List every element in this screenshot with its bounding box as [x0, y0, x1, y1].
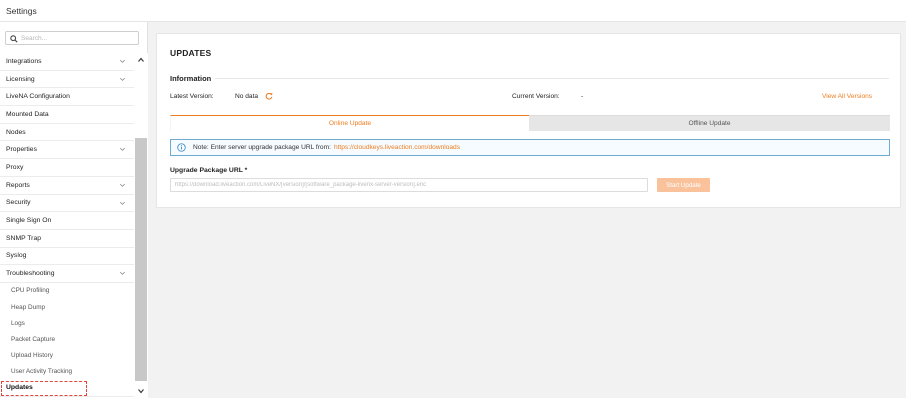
sidebar-item-label: LiveNA Configuration [6, 93, 70, 101]
sidebar-subitem-label: Heap Dump [11, 303, 46, 311]
start-update-button[interactable]: Start Update [657, 178, 710, 192]
sidebar-subitem-cpu-profiling[interactable]: CPU Profiling [0, 283, 134, 299]
title-bar: Settings [0, 0, 906, 22]
sidebar-nav: Integrations Licensing LiveNA Configurat… [0, 53, 134, 398]
refresh-icon[interactable] [265, 92, 273, 100]
sidebar-item-label: Licensing [6, 75, 35, 83]
sidebar-item-proxy[interactable]: Proxy [0, 159, 134, 177]
chevron-down-icon[interactable] [119, 182, 126, 189]
chevron-down-icon[interactable] [119, 200, 126, 207]
sidebar-scrollbar[interactable] [134, 53, 148, 398]
chevron-down-icon[interactable] [119, 76, 126, 83]
sidebar-item-snmp-trap[interactable]: SNMP Trap [0, 230, 134, 248]
sidebar-item-label: Security [6, 199, 31, 207]
sidebar-subitem-heap-dump[interactable]: Heap Dump [0, 299, 134, 315]
sidebar-item-label: Troubleshooting [6, 270, 55, 278]
latest-version-label: Latest Version: [170, 93, 214, 100]
info-note: Note: Enter server upgrade package URL f… [170, 139, 890, 156]
sidebar-item-security[interactable]: Security [0, 195, 134, 213]
sidebar-item-integrations[interactable]: Integrations [0, 53, 134, 71]
sidebar-item-label: Nodes [6, 128, 26, 136]
sidebar-item-livena-configuration[interactable]: LiveNA Configuration [0, 88, 134, 107]
update-tabs: Online Update Offline Update [170, 115, 890, 131]
sidebar-item-licensing[interactable]: Licensing [0, 71, 134, 89]
sidebar-item-label: Proxy [6, 163, 24, 171]
chevron-down-icon[interactable] [137, 387, 145, 395]
search-box[interactable] [5, 31, 139, 45]
scrollbar-thumb[interactable] [135, 138, 147, 381]
tab-online-update[interactable]: Online Update [170, 115, 529, 131]
sidebar: Integrations Licensing LiveNA Configurat… [0, 22, 148, 398]
sidebar-item-label: Reports [6, 181, 30, 189]
sidebar-subitem-label: Packet Capture [11, 335, 56, 343]
upgrade-url-input[interactable] [170, 178, 648, 192]
window-title: Settings [6, 6, 37, 16]
sidebar-item-label: Single Sign On [6, 217, 52, 225]
download-portal-link[interactable]: https://cloudkeys.liveaction.com/downloa… [334, 144, 460, 151]
page-title: UPDATES [170, 48, 212, 58]
sidebar-item-reports[interactable]: Reports [0, 177, 134, 195]
focus-outline [1, 380, 87, 396]
sidebar-subitem-logs[interactable]: Logs [0, 315, 134, 331]
sidebar-item-label: Integrations [6, 57, 42, 65]
sidebar-item-updates[interactable]: Updates [0, 380, 134, 398]
latest-version-value: No data [235, 93, 259, 100]
chevron-down-icon[interactable] [119, 58, 126, 65]
tab-offline-update[interactable]: Offline Update [529, 115, 890, 131]
sidebar-item-mounted-data[interactable]: Mounted Data [0, 106, 134, 124]
current-version-label: Current Version: [512, 93, 560, 100]
sidebar-subitem-upload-history[interactable]: Upload History [0, 347, 134, 363]
info-icon [177, 143, 186, 152]
section-divider [215, 78, 889, 79]
sidebar-item-label: Mounted Data [6, 110, 49, 118]
chevron-up-icon[interactable] [137, 56, 145, 64]
search-input[interactable] [21, 33, 133, 43]
sidebar-item-label: Properties [6, 146, 37, 154]
sidebar-item-properties[interactable]: Properties [0, 141, 134, 160]
note-text: Note: Enter server upgrade package URL f… [193, 144, 331, 151]
sidebar-item-label: Syslog [6, 252, 27, 260]
sidebar-item-nodes[interactable]: Nodes [0, 124, 134, 142]
sidebar-item-label: SNMP Trap [6, 234, 42, 242]
chevron-down-icon[interactable] [119, 146, 126, 153]
sidebar-subitem-label: Upload History [11, 351, 53, 359]
sidebar-subitem-label: User Activity Tracking [11, 367, 73, 375]
sidebar-item-single-sign-on[interactable]: Single Sign On [0, 212, 134, 230]
view-all-versions-link[interactable]: View All Versions [822, 93, 872, 100]
sidebar-item-troubleshooting[interactable]: Troubleshooting [0, 265, 134, 283]
chevron-down-icon[interactable] [119, 270, 126, 277]
current-version-value: - [581, 93, 584, 100]
sidebar-item-syslog[interactable]: Syslog [0, 248, 134, 266]
updates-panel: UPDATES Information Latest Version: No d… [156, 33, 901, 208]
sidebar-subitem-packet-capture[interactable]: Packet Capture [0, 331, 134, 347]
sidebar-subitem-label: Logs [11, 319, 25, 327]
information-heading: Information [170, 74, 212, 83]
sidebar-subitem-label: CPU Profiling [11, 287, 50, 295]
search-icon [10, 35, 18, 43]
upgrade-url-label: Upgrade Package URL * [170, 167, 248, 174]
sidebar-subitem-user-activity-tracking[interactable]: User Activity Tracking [0, 363, 134, 379]
